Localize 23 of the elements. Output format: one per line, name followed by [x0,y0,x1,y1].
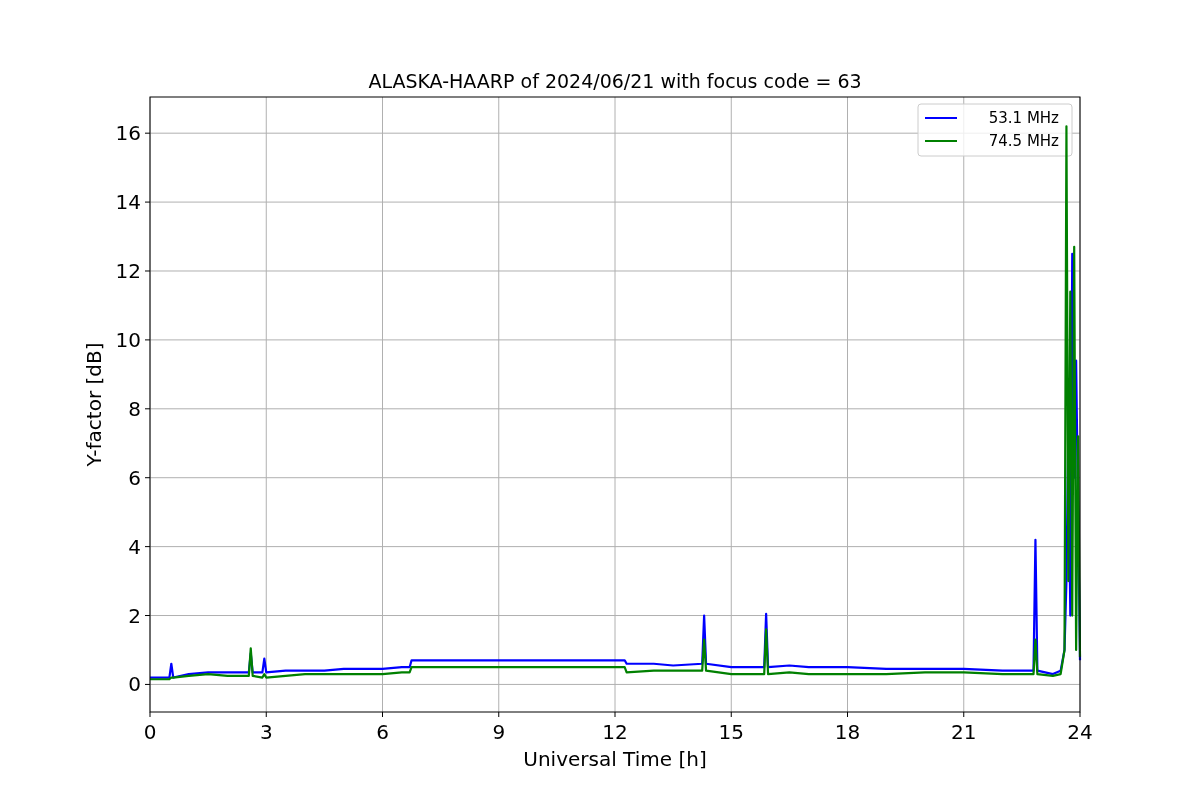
x-tick-label: 3 [259,720,273,744]
y-tick-label: 0 [128,672,141,697]
x-tick-label: 21 [951,720,977,744]
y-tick-label: 6 [128,465,141,490]
legend-label: 53.1 MHz [988,109,1059,127]
x-axis-label: Universal Time [h] [523,747,707,771]
x-tick-label: 18 [834,720,861,744]
legend-label: 74.5 MHz [988,132,1059,150]
y-tick-label: 8 [128,396,141,421]
x-tick-label: 0 [143,720,157,744]
x-tick-label: 24 [1067,720,1093,744]
y-tick-label: 12 [115,259,141,283]
chart-title: ALASKA-HAARP of 2024/06/21 with focus code = 63 [368,70,862,92]
x-tick-label: 15 [718,720,744,744]
y-tick-label: 4 [128,534,141,559]
y-tick-label: 14 [115,190,141,215]
y-tick-label: 10 [115,327,141,352]
y-tick-label: 16 [115,121,141,146]
x-tick-label: 6 [376,720,389,744]
y-tick-label: 2 [128,603,141,628]
x-tick-label: 12 [602,720,628,744]
x-tick-label: 9 [492,720,506,744]
y-axis-label: Y-factor [dB] [82,342,106,467]
